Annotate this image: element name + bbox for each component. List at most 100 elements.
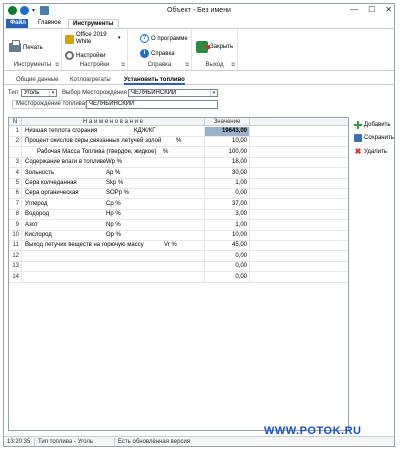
name-cell[interactable]: Сера колчеданная Skp %	[22, 179, 205, 188]
value-cell[interactable]: 45,00	[205, 241, 250, 251]
table-row[interactable]: 12 0,00	[9, 251, 348, 262]
office-icon	[65, 34, 74, 44]
value-cell[interactable]: 19643,00	[205, 127, 250, 136]
value-cell[interactable]: 10,00	[205, 231, 250, 240]
tab-boilers[interactable]: Котлоагрегаты	[70, 75, 111, 85]
type-select[interactable]: Уголь ▾	[21, 89, 57, 97]
table-row[interactable]: 1 Низшая теплота сгорания КДЖ/КГ 19643,00	[9, 127, 348, 137]
table-row[interactable]: 2 Процент окислов серы,связанных летучей …	[9, 137, 348, 148]
save-button[interactable]: Сохранить	[354, 134, 394, 142]
parameter-name: Кислород	[25, 232, 52, 238]
value-cell[interactable]: 30,00	[205, 168, 250, 178]
column-header-name[interactable]: Н а и м е н о в а н и е	[22, 118, 205, 126]
name-cell[interactable]: Водород Hp %	[22, 210, 205, 220]
settings-button[interactable]: Настройки	[65, 51, 105, 60]
table-row[interactable]: 7 Углерод Cp % 37,00	[9, 199, 348, 210]
name-cell[interactable]	[22, 251, 205, 261]
table-row[interactable]: 11 Выход летучих веществ на горючую массу…	[9, 241, 348, 252]
row-number-cell: 1	[9, 127, 22, 136]
group-launcher-icon[interactable]: ⧉	[55, 62, 59, 68]
close-app-label: Закрыть	[210, 44, 234, 50]
deposit-select[interactable]: ЧЕЛЯБИНСКИЙ ▾	[128, 89, 218, 97]
status-version: Есть обновлённая версия	[118, 439, 191, 445]
parameter-name: Рабочая Масса Топлива (твердое, жидкое)	[37, 148, 157, 155]
theme-label: Office 2019 White	[76, 32, 107, 46]
group-launcher-icon[interactable]: ⧉	[121, 62, 125, 68]
value-cell[interactable]: 0,00	[205, 272, 250, 282]
theme-selector[interactable]: Office 2019 White	[65, 32, 107, 46]
parameter-name: Азот	[25, 221, 38, 228]
value-cell[interactable]: 18,00	[205, 158, 250, 168]
value-cell[interactable]: 0,00	[205, 262, 250, 272]
table-row[interactable]: Рабочая Масса Топлива (твердое, жидкое)%…	[9, 147, 348, 158]
chevron-down-icon: ▾	[49, 90, 56, 96]
column-header-value[interactable]: Значение	[205, 118, 250, 126]
row-number-cell: 2	[9, 137, 22, 147]
close-icon[interactable]: ✕	[385, 5, 392, 14]
name-cell[interactable]: Кислород Op %	[22, 231, 205, 240]
deposit-field[interactable]: ЧЕЛЯБИНСКИЙ	[86, 100, 218, 109]
table-row[interactable]: 9 Азот Np % 1,00	[9, 220, 348, 231]
chevron-down-icon: ▾	[210, 90, 217, 96]
row-number-cell: 10	[9, 231, 22, 240]
value-cell[interactable]: 1,00	[205, 179, 250, 188]
deposit-label: Месторождение топлива	[12, 100, 86, 109]
group-launcher-icon[interactable]: ⧉	[185, 62, 189, 68]
name-cell[interactable]: Низшая теплота сгорания КДЖ/КГ	[22, 127, 205, 136]
theme-variant: White	[76, 39, 92, 45]
help-button[interactable]: i Справка	[140, 49, 175, 58]
table-row[interactable]: 6 Сера органическая SOPp % 0,00	[9, 189, 348, 200]
tab-home[interactable]: Главное	[34, 19, 65, 28]
print-button[interactable]: Печать	[9, 40, 43, 52]
name-cell[interactable]: Азот Np %	[22, 220, 205, 230]
maximize-icon[interactable]: ☐	[368, 5, 375, 14]
name-cell[interactable]: Выход летучих веществ на горючую массу Vr…	[22, 241, 205, 251]
name-cell[interactable]	[22, 272, 205, 282]
value-cell[interactable]: 0,00	[205, 189, 250, 199]
status-separator	[34, 438, 35, 446]
tab-general-data[interactable]: Общие данные	[16, 75, 59, 85]
column-header-number[interactable]: N	[9, 118, 22, 126]
add-button[interactable]: Добавить	[354, 121, 391, 129]
tab-file[interactable]: Файл	[6, 19, 28, 28]
table-row[interactable]: 4 Зольность Ap % 30,00	[9, 168, 348, 179]
table-row[interactable]: 13 0,00	[9, 262, 348, 273]
about-label: О программе	[151, 35, 188, 42]
about-button[interactable]: ? О программе	[140, 34, 188, 43]
value-cell[interactable]: 10,00	[205, 137, 250, 147]
name-cell[interactable]: Углерод Cp %	[22, 199, 205, 209]
name-cell[interactable]: Сера органическая SOPp %	[22, 189, 205, 199]
help-label: Справка	[151, 50, 175, 57]
parameter-name: Водород	[25, 211, 50, 218]
value-cell[interactable]: 37,00	[205, 199, 250, 209]
value-cell[interactable]: 3,00	[205, 210, 250, 220]
name-cell[interactable]: Содержание влаги в топливе Wp %	[22, 158, 205, 168]
row-number-cell: 14	[9, 272, 22, 282]
value-cell[interactable]: 0,00	[205, 251, 250, 261]
table-row[interactable]: 5 Сера колчеданная Skp % 1,00	[9, 179, 348, 189]
theme-dropdown-icon[interactable]: ▾	[118, 35, 121, 41]
name-cell[interactable]: Зольность Ap %	[22, 168, 205, 178]
table-row[interactable]: 8 Водород Hp % 3,00	[9, 210, 348, 221]
tab-set-fuel[interactable]: Установить топливо	[124, 75, 185, 85]
ribbon-group-settings: Office 2019 White ▾ Настройки Настройки …	[62, 29, 128, 70]
name-cell[interactable]	[22, 262, 205, 272]
minimize-icon[interactable]: —	[350, 5, 358, 14]
table-row[interactable]: 14 0,00	[9, 272, 348, 283]
add-label: Добавить	[364, 122, 391, 128]
table-row[interactable]: 3 Содержание влаги в топливе Wp % 18,00	[9, 158, 348, 169]
name-cell[interactable]: Процент окислов серы,связанных летучей з…	[22, 137, 205, 147]
parameter-unit: %	[163, 148, 169, 155]
table-row[interactable]: 10 Кислород Op % 10,00	[9, 231, 348, 241]
close-app-button[interactable]: Закрыть	[196, 41, 233, 53]
delete-button[interactable]: ✖ Удалить	[354, 148, 387, 156]
gear-icon	[65, 51, 74, 60]
value-cell[interactable]: 1,00	[205, 220, 250, 230]
parameter-name: Низшая теплота сгорания	[25, 128, 98, 134]
name-cell[interactable]: Рабочая Масса Топлива (твердое, жидкое)%	[22, 147, 205, 157]
delete-icon: ✖	[354, 147, 362, 156]
value-cell[interactable]: 100,00	[205, 147, 250, 157]
group-launcher-icon[interactable]: ⧉	[231, 62, 235, 68]
parameter-name: Зольность	[25, 169, 54, 176]
printer-icon	[9, 40, 21, 52]
